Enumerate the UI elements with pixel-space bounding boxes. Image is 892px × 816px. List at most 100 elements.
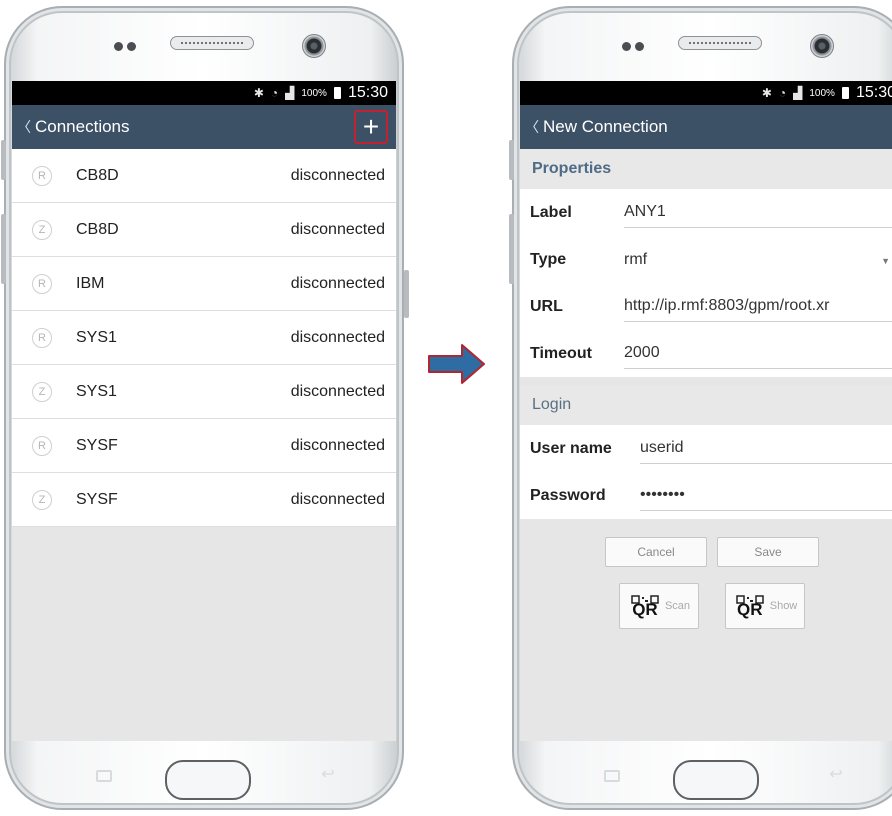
page-title: Connections (35, 117, 130, 136)
new-connection-screen: ✱ ◔ ▟ 100% 15:30 〈 New Connection Proper… (520, 81, 892, 741)
connection-name: SYS1 (76, 382, 117, 400)
connection-name: SYS1 (76, 328, 117, 346)
wifi-icon: ◔ (778, 86, 787, 100)
connections-screen: ✱ ◔ ▟ 100% 15:30 〈 Connections + R CB8D … (12, 81, 396, 741)
connection-status: disconnected (290, 382, 385, 400)
nav-bar: ↩ (12, 742, 396, 804)
timeout-field[interactable]: 2000 (624, 338, 892, 369)
qr-icon-text: QR (632, 600, 658, 619)
chevron-left-icon: 〈 (525, 119, 539, 135)
qr-scan-button[interactable]: QR Scan (619, 583, 699, 629)
dropdown-arrow-icon[interactable]: ▼ (881, 256, 890, 266)
connection-status: disconnected (290, 436, 385, 454)
password-field-label: Password (530, 486, 606, 504)
form-actions: Cancel Save (520, 519, 892, 567)
clock: 15:30 (347, 84, 388, 101)
qr-code-icon: QR (628, 595, 662, 619)
battery-percent: 100% (809, 87, 835, 99)
connection-status: disconnected (290, 328, 385, 346)
home-button[interactable] (165, 760, 251, 800)
bluetooth-icon: ✱ (761, 86, 772, 100)
chevron-left-icon: 〈 (17, 119, 31, 135)
bluetooth-icon: ✱ (253, 86, 264, 100)
connection-status: disconnected (290, 220, 385, 238)
label-field-label: Label (530, 203, 572, 221)
sensor-dots (114, 38, 150, 51)
connection-status: disconnected (290, 490, 385, 508)
connection-name: SYSF (76, 490, 118, 508)
phone-left: ✱ ◔ ▟ 100% 15:30 〈 Connections + R CB8D … (1, 6, 409, 810)
url-field-label: URL (530, 297, 563, 315)
list-item[interactable]: Z SYSF disconnected (12, 473, 396, 527)
sensor-dots (622, 38, 658, 51)
nav-bar: ↩ (520, 742, 892, 804)
list-item[interactable]: Z SYS1 disconnected (12, 365, 396, 419)
list-item[interactable]: Z CB8D disconnected (12, 203, 396, 257)
properties-form: Label ANY1 Type rmf ▼ URL http://ip.rmf:… (520, 189, 892, 377)
url-field[interactable]: http://ip.rmf:8803/gpm/root.xr (624, 291, 892, 322)
type-row: Type rmf ▼ (530, 236, 892, 283)
status-bar: ✱ ◔ ▟ 100% 15:30 (12, 81, 396, 105)
connection-type-badge: R (32, 273, 52, 294)
battery-icon (333, 87, 341, 99)
home-button[interactable] (673, 760, 759, 800)
connection-type-badge: Z (32, 219, 52, 240)
back-button[interactable]: 〈 Connections (12, 117, 130, 137)
properties-section-header: Properties (520, 149, 892, 189)
login-section-header: Login (520, 385, 892, 425)
list-item[interactable]: R SYS1 disconnected (12, 311, 396, 365)
connection-status: disconnected (290, 274, 385, 292)
connection-status: disconnected (290, 166, 385, 184)
page-title: New Connection (543, 117, 668, 136)
earpiece-speaker (678, 36, 762, 50)
back-arrow-icon[interactable]: ↩ (826, 766, 846, 784)
back-arrow-icon[interactable]: ↩ (318, 766, 338, 784)
volume-button (509, 140, 514, 180)
list-item[interactable]: R IBM disconnected (12, 257, 396, 311)
timeout-field-label: Timeout (530, 344, 592, 362)
save-button[interactable]: Save (717, 537, 819, 567)
list-item[interactable]: R CB8D disconnected (12, 149, 396, 203)
phone-right: ✱ ◔ ▟ 100% 15:30 〈 New Connection Proper… (509, 6, 892, 810)
recent-apps-icon[interactable] (96, 770, 112, 782)
volume-button (1, 214, 6, 284)
password-field[interactable]: •••••••• (640, 480, 892, 511)
front-camera (302, 34, 326, 58)
battery-percent: 100% (301, 87, 327, 99)
qr-actions: QR Scan QR Show (520, 567, 892, 629)
battery-icon (841, 87, 849, 99)
app-bar: 〈 Connections + (12, 105, 396, 149)
connection-name: CB8D (76, 166, 119, 184)
connection-type-badge: R (32, 327, 52, 348)
connections-list: R CB8D disconnected Z CB8D disconnected … (12, 149, 396, 527)
user-name-field[interactable]: userid (640, 433, 892, 464)
type-field-label: Type (530, 250, 567, 268)
show-label: Show (769, 600, 798, 612)
qr-code-icon: QR (733, 595, 767, 619)
connection-name: IBM (76, 274, 105, 292)
connection-type-badge: R (32, 435, 52, 456)
url-row: URL http://ip.rmf:8803/gpm/root.xr (530, 283, 892, 330)
timeout-row: Timeout 2000 (530, 330, 892, 377)
front-camera (810, 34, 834, 58)
wifi-icon: ◔ (270, 86, 279, 100)
recent-apps-icon[interactable] (604, 770, 620, 782)
volume-button (1, 140, 6, 180)
cancel-button[interactable]: Cancel (605, 537, 707, 567)
user-name-row: User name userid (530, 425, 892, 472)
qr-show-button[interactable]: QR Show (725, 583, 805, 629)
back-button[interactable]: 〈 New Connection (520, 117, 668, 137)
login-form: User name userid Password •••••••• (520, 425, 892, 519)
earpiece-speaker (170, 36, 254, 50)
add-connection-button[interactable]: + (354, 110, 388, 144)
type-select[interactable]: rmf (624, 245, 892, 275)
label-row: Label ANY1 (530, 189, 892, 236)
list-item[interactable]: R SYSF disconnected (12, 419, 396, 473)
qr-icon-text: QR (736, 600, 763, 619)
connection-type-badge: Z (32, 381, 52, 402)
signal-icon: ▟ (285, 86, 295, 100)
label-field[interactable]: ANY1 (624, 197, 892, 228)
user-name-field-label: User name (530, 439, 612, 457)
signal-icon: ▟ (793, 86, 803, 100)
flow-arrow-icon (428, 344, 485, 384)
